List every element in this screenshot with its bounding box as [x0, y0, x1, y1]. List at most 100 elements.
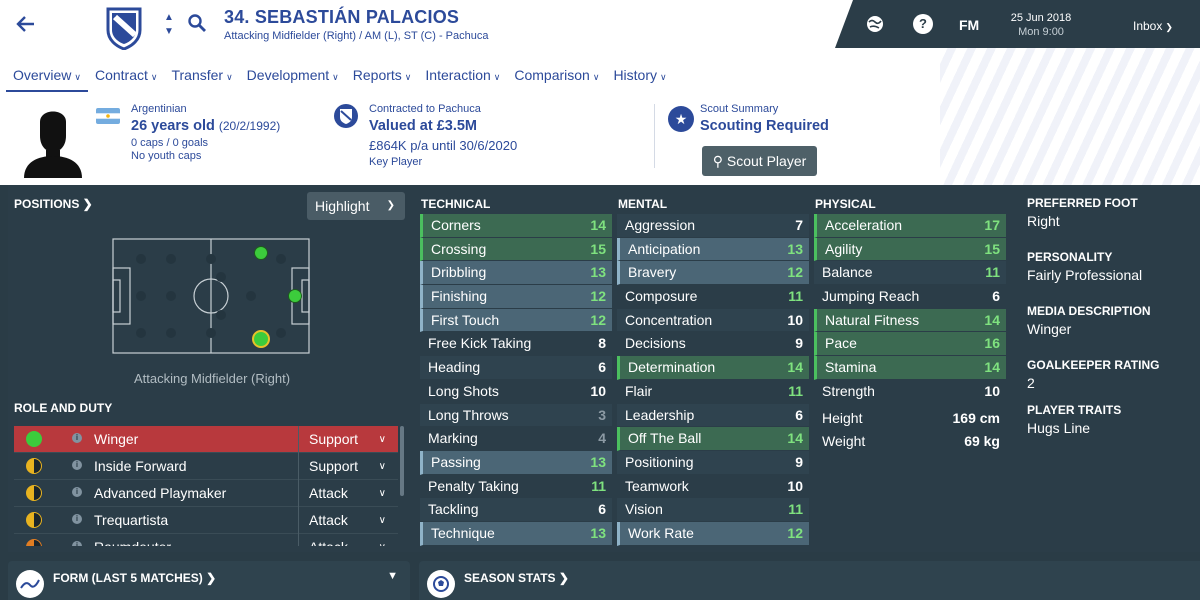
- contract-label[interactable]: Contracted to Pachuca: [369, 103, 517, 115]
- attribute-row[interactable]: Heading 6: [420, 356, 612, 380]
- globe-icon[interactable]: [865, 14, 885, 34]
- attribute-row[interactable]: Anticipation 13: [617, 237, 809, 262]
- attribute-row[interactable]: Positioning 9: [617, 450, 809, 475]
- chevron-down-icon[interactable]: ▼: [387, 570, 398, 582]
- attribute-row[interactable]: Corners 14: [420, 214, 612, 238]
- chevron-down-icon: ∨: [226, 72, 233, 82]
- tab-contract[interactable]: Contract ∨: [88, 64, 165, 92]
- attribute-row[interactable]: Acceleration 17: [814, 214, 1006, 238]
- chevron-down-icon: ∨: [378, 488, 386, 499]
- duty-dropdown[interactable]: Attack ∨: [298, 480, 398, 507]
- positions-label: POSITIONS: [14, 197, 80, 211]
- technical-title: TECHNICAL: [421, 197, 491, 211]
- role-row[interactable]: i Winger Support ∨: [14, 426, 398, 453]
- attribute-row[interactable]: Penalty Taking 11: [420, 474, 612, 499]
- duty-dropdown[interactable]: Attack ∨: [298, 507, 398, 534]
- search-icon: ⚲: [712, 153, 723, 169]
- attribute-row[interactable]: Leadership 6: [617, 403, 809, 428]
- attribute-row[interactable]: Crossing 15: [420, 237, 612, 262]
- attribute-row[interactable]: Determination 14: [617, 356, 809, 380]
- info-icon[interactable]: i: [72, 541, 82, 546]
- role-suitability-icon: [26, 431, 42, 447]
- attribute-row[interactable]: Natural Fitness 14: [814, 308, 1006, 333]
- highlight-dropdown[interactable]: Highlight ❯: [307, 192, 405, 220]
- chevron-down-icon: ∨: [378, 434, 386, 445]
- role-row[interactable]: i Inside Forward Support ∨: [14, 453, 398, 480]
- fm-logo[interactable]: FM: [959, 17, 979, 33]
- attribute-name: Strength: [822, 382, 875, 399]
- club-crest-icon[interactable]: [104, 6, 144, 55]
- tab-history[interactable]: History ∨: [606, 64, 673, 92]
- help-icon[interactable]: ?: [913, 14, 933, 34]
- season-stats-title[interactable]: SEASON STATS ❯: [464, 571, 569, 585]
- tab-label: Development: [246, 67, 330, 83]
- duty-dropdown[interactable]: Support ∨: [298, 426, 398, 453]
- tab-transfer[interactable]: Transfer ∨: [164, 64, 239, 92]
- player-traits-value: Hugs Line: [1027, 420, 1091, 436]
- attribute-row[interactable]: Agility 15: [814, 237, 1006, 262]
- positions-title[interactable]: POSITIONS ❯: [14, 197, 93, 211]
- attribute-value: 16: [984, 335, 1000, 352]
- inbox-button[interactable]: Inbox ❯: [1133, 19, 1173, 33]
- role-row[interactable]: i Trequartista Attack ∨: [14, 507, 398, 534]
- form-title[interactable]: FORM (LAST 5 MATCHES) ❯: [53, 571, 216, 585]
- game-date[interactable]: 25 Jun 2018 Mon 9:00: [1006, 11, 1076, 39]
- role-list-scrollbar[interactable]: [400, 426, 404, 496]
- tab-interaction[interactable]: Interaction ∨: [418, 64, 507, 92]
- attribute-name: Acceleration: [825, 217, 903, 233]
- attribute-row[interactable]: Jumping Reach 6: [814, 285, 1006, 309]
- chevron-down-icon[interactable]: ▼: [162, 26, 176, 38]
- search-icon[interactable]: [187, 13, 207, 38]
- attribute-row[interactable]: Bravery 12: [617, 261, 809, 286]
- attribute-row[interactable]: Long Throws 3: [420, 403, 612, 428]
- tab-development[interactable]: Development ∨: [240, 64, 346, 92]
- info-icon[interactable]: i: [72, 514, 82, 524]
- form-panel[interactable]: FORM (LAST 5 MATCHES) ❯ ▼: [8, 561, 410, 600]
- attribute-row[interactable]: Off The Ball 14: [617, 427, 809, 451]
- argentina-flag-icon: [96, 108, 120, 124]
- attribute-row[interactable]: Long Shots 10: [420, 379, 612, 404]
- player-positions: Attacking Midfielder (Right) / AM (L), S…: [224, 30, 489, 42]
- role-suitability-icon: [26, 485, 42, 501]
- attribute-row[interactable]: Stamina 14: [814, 356, 1006, 380]
- attribute-row[interactable]: Aggression 7: [617, 214, 809, 238]
- scout-player-button[interactable]: ⚲ Scout Player: [702, 146, 817, 176]
- attribute-row[interactable]: Technique 13: [420, 521, 612, 546]
- attribute-row[interactable]: Pace 16: [814, 332, 1006, 357]
- attribute-value: 11: [788, 288, 803, 305]
- season-stats-panel[interactable]: SEASON STATS ❯: [419, 561, 1200, 600]
- tab-reports[interactable]: Reports ∨: [346, 64, 419, 92]
- attribute-row[interactable]: Passing 13: [420, 450, 612, 475]
- info-icon[interactable]: i: [72, 433, 82, 443]
- chevron-down-icon: ∨: [378, 515, 386, 526]
- attribute-row[interactable]: Decisions 9: [617, 332, 809, 357]
- attribute-row[interactable]: Composure 11: [617, 285, 809, 309]
- attribute-row[interactable]: First Touch 12: [420, 308, 612, 333]
- attribute-row[interactable]: Strength 10: [814, 379, 1006, 404]
- attribute-row[interactable]: Free Kick Taking 8: [420, 332, 612, 357]
- attribute-row[interactable]: Dribbling 13: [420, 261, 612, 286]
- attribute-row[interactable]: Tackling 6: [420, 498, 612, 522]
- attribute-row[interactable]: Concentration 10: [617, 308, 809, 333]
- chevron-up-icon[interactable]: ▲: [162, 12, 176, 24]
- attribute-name: Penalty Taking: [428, 477, 519, 494]
- attribute-row[interactable]: Vision 11: [617, 498, 809, 522]
- player-nav-arrows[interactable]: ▲ ▼: [162, 12, 176, 38]
- attribute-row[interactable]: Finishing 12: [420, 285, 612, 309]
- duty-dropdown[interactable]: Support ∨: [298, 453, 398, 480]
- duty-dropdown[interactable]: Attack ∨: [298, 534, 398, 546]
- mental-title: MENTAL: [618, 197, 668, 211]
- tab-overview[interactable]: Overview ∨: [6, 64, 88, 92]
- tab-comparison[interactable]: Comparison ∨: [507, 64, 606, 92]
- info-icon[interactable]: i: [72, 460, 82, 470]
- back-arrow-icon[interactable]: [14, 12, 38, 36]
- attribute-row[interactable]: Marking 4: [420, 427, 612, 451]
- role-row[interactable]: i Raumdeuter Attack ∨: [14, 534, 398, 546]
- attribute-row[interactable]: Teamwork 10: [617, 474, 809, 499]
- info-icon[interactable]: i: [72, 487, 82, 497]
- attribute-row[interactable]: Balance 11: [814, 261, 1006, 286]
- attribute-row[interactable]: Work Rate 12: [617, 521, 809, 546]
- role-row[interactable]: i Advanced Playmaker Attack ∨: [14, 480, 398, 507]
- attribute-row[interactable]: Flair 11: [617, 379, 809, 404]
- attribute-value: 12: [590, 311, 606, 328]
